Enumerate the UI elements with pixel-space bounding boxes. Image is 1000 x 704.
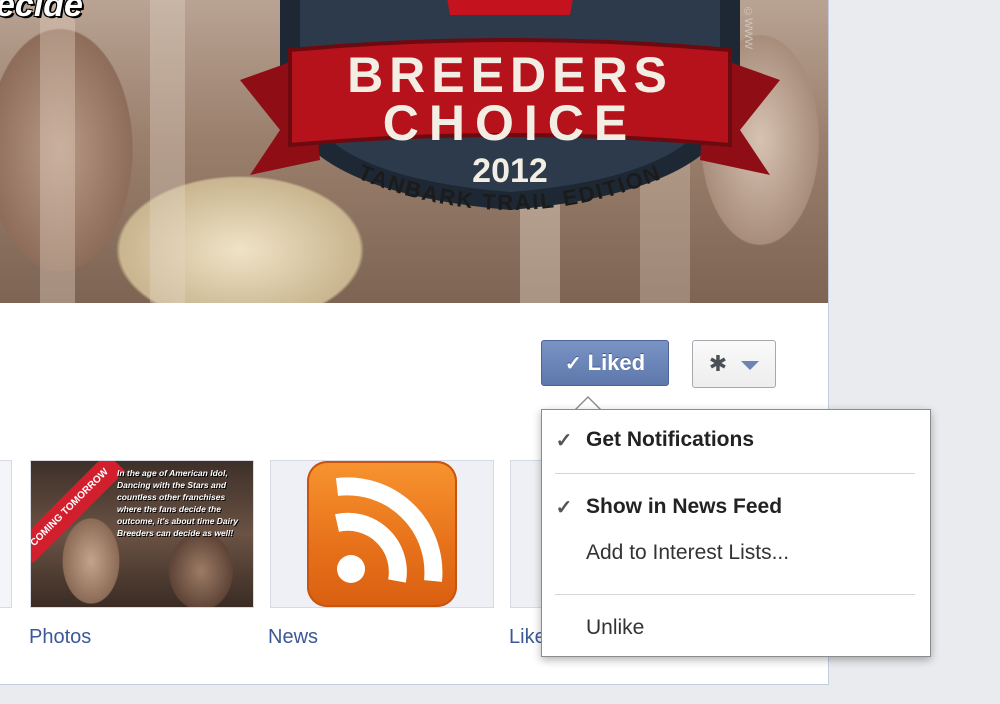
breeders-choice-logo: BREEDERS CHOICE 2012 TANBARK TRAIL EDITI…	[240, 0, 780, 215]
tile-label-news[interactable]: News	[268, 626, 318, 649]
rss-icon	[307, 461, 457, 607]
menu-item-show-in-news-feed[interactable]: ✓ Show in News Feed	[542, 489, 930, 525]
chevron-down-icon	[741, 361, 760, 370]
menu-divider	[555, 594, 915, 595]
liked-label: Liked	[587, 350, 646, 375]
cover-photo[interactable]: ecide BREEDERS CHOICE 2012 TANBARK TRAIL…	[0, 0, 828, 303]
badge-line2: CHOICE	[383, 95, 637, 151]
menu-item-label: Add to Interest Lists...	[586, 541, 790, 564]
menu-item-add-to-interest-lists[interactable]: Add to Interest Lists...	[542, 535, 930, 571]
tile-label-photos[interactable]: Photos	[29, 626, 91, 649]
menu-item-get-notifications[interactable]: ✓ Get Notifications	[542, 422, 930, 458]
check-icon: ✓	[555, 496, 573, 519]
app-tile-partial[interactable]	[0, 460, 12, 608]
menu-divider	[555, 473, 915, 474]
menu-item-unlike[interactable]: Unlike	[542, 610, 930, 646]
cover-caption: ecide	[0, 0, 83, 24]
gear-icon: ✱	[708, 351, 728, 376]
liked-dropdown-menu: ✓ Get Notifications ✓ Show in News Feed …	[541, 409, 931, 657]
copyright-watermark: ©WWW	[742, 6, 754, 50]
page-settings-button[interactable]: ✱	[692, 340, 776, 388]
menu-item-label: Get Notifications	[586, 428, 755, 451]
app-tile-photos[interactable]: COMING TOMORROW In the age of American I…	[30, 460, 254, 608]
check-icon: ✓	[564, 352, 582, 375]
liked-button[interactable]: ✓ Liked	[541, 340, 669, 386]
badge-year: 2012	[472, 152, 548, 190]
menu-item-label: Show in News Feed	[586, 495, 783, 518]
app-tile-news[interactable]	[270, 460, 494, 608]
check-icon: ✓	[555, 429, 573, 452]
menu-item-label: Unlike	[586, 616, 645, 639]
photos-overlay-text: In the age of American Idol, Dancing wit…	[117, 468, 239, 538]
